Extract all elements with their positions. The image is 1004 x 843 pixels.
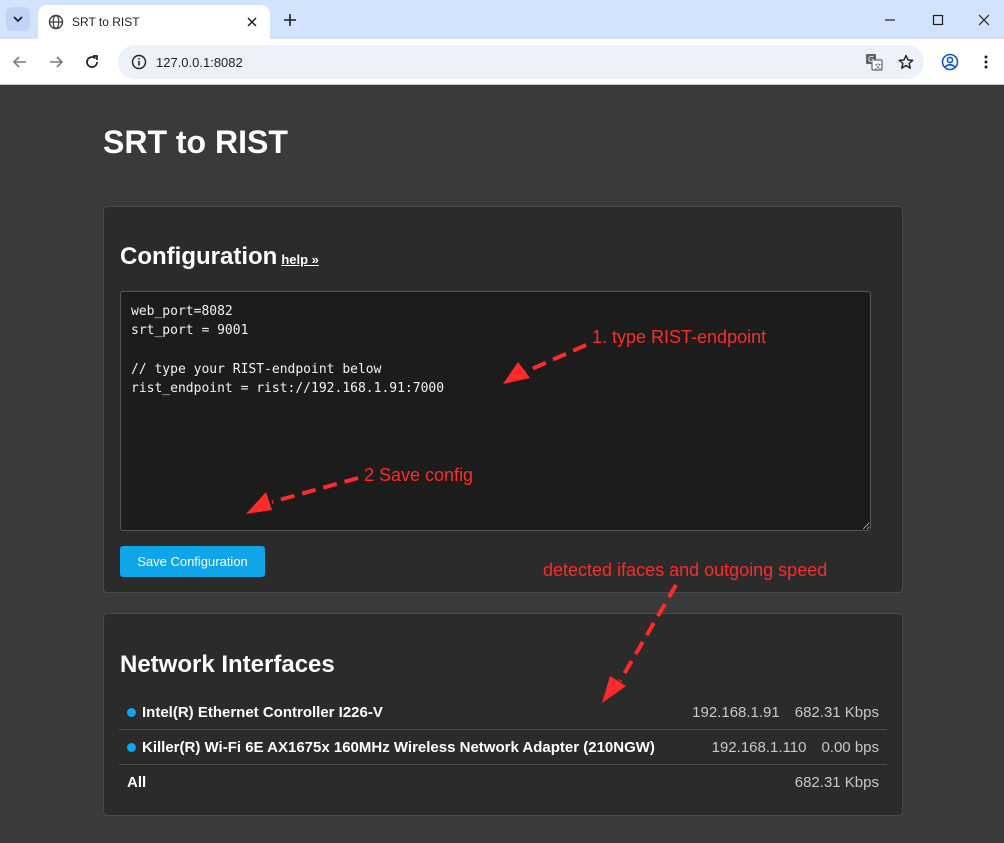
- arrow-step2: [271, 476, 359, 504]
- arrow-step2-head: [246, 492, 272, 514]
- arrow-step1-head: [503, 362, 530, 384]
- arrow-ifaces-head: [602, 676, 626, 703]
- arrow-step1: [524, 343, 587, 374]
- arrow-ifaces: [618, 583, 678, 683]
- annotation-arrows: [246, 343, 678, 703]
